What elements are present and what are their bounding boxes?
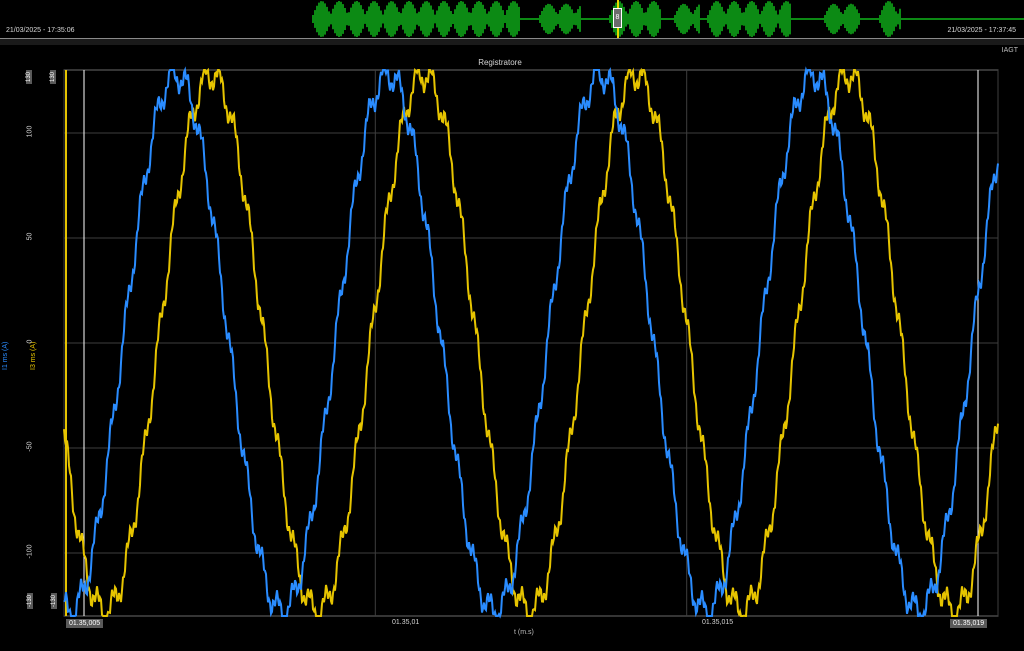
x-tick-label: 01.35,019 — [950, 619, 988, 628]
y-extent-label: -130 — [51, 592, 58, 610]
y-tick-label: 0 — [26, 339, 34, 344]
y-extent-label: -130 — [27, 592, 34, 610]
y-tick-label: -100 — [26, 544, 34, 559]
y-extent-label: 130 — [50, 69, 57, 85]
y-tick-label: -50 — [26, 441, 34, 452]
x-axis-title: t (m.s) — [514, 629, 534, 636]
waveform-plot[interactable] — [0, 0, 1024, 651]
y-tick-label: 100 — [26, 125, 34, 138]
y-axis-title-series-a: I1 ms (A) — [2, 341, 9, 370]
x-tick-label: 01.35,01 — [392, 619, 420, 626]
x-tick-label: 01.35,015 — [702, 619, 734, 626]
y-extent-label: 130 — [26, 69, 33, 85]
y-tick-label: 50 — [26, 232, 34, 241]
x-tick-label: 01.35,005 — [66, 619, 104, 628]
